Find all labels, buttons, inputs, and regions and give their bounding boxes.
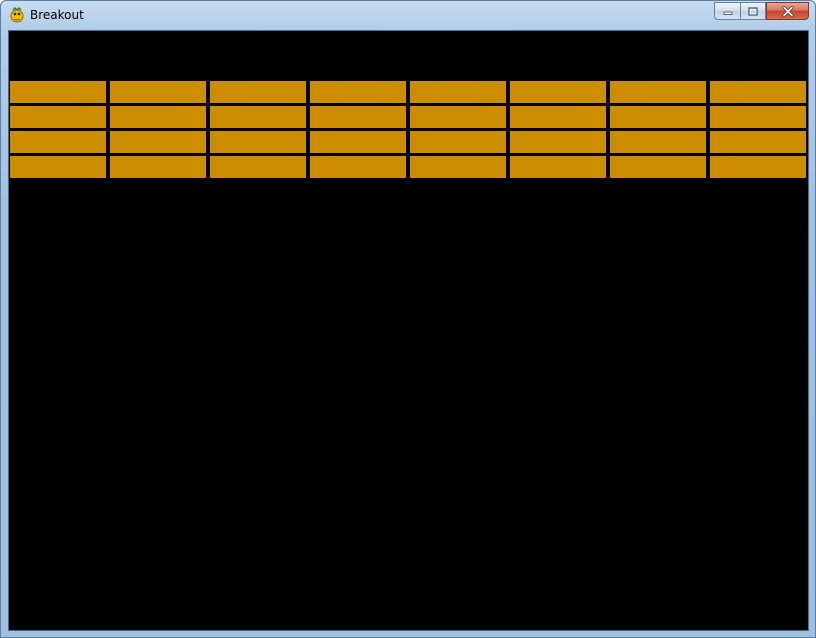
brick <box>510 131 606 153</box>
brick <box>310 81 406 103</box>
brick <box>410 156 506 178</box>
brick <box>410 106 506 128</box>
brick <box>10 131 106 153</box>
brick <box>310 156 406 178</box>
brick <box>610 131 706 153</box>
brick <box>310 131 406 153</box>
brick <box>610 81 706 103</box>
brick <box>110 131 206 153</box>
brick <box>10 81 106 103</box>
playfield <box>9 31 808 630</box>
brick <box>710 156 806 178</box>
brick <box>210 131 306 153</box>
window-title: Breakout <box>30 8 84 22</box>
brick <box>610 156 706 178</box>
brick <box>210 106 306 128</box>
brick <box>410 131 506 153</box>
brick <box>710 131 806 153</box>
brick <box>210 156 306 178</box>
brick <box>410 81 506 103</box>
caption-buttons <box>714 2 809 21</box>
brick <box>510 81 606 103</box>
minimize-icon <box>723 11 732 15</box>
maximize-button[interactable] <box>740 2 766 20</box>
brick <box>110 106 206 128</box>
close-button[interactable] <box>766 2 809 20</box>
brick <box>10 156 106 178</box>
pygame-snake-icon <box>10 7 24 23</box>
brick <box>210 81 306 103</box>
brick <box>110 156 206 178</box>
maximize-icon <box>748 6 758 16</box>
brick <box>510 106 606 128</box>
brick <box>110 81 206 103</box>
close-icon <box>781 5 794 17</box>
minimize-button[interactable] <box>714 2 740 20</box>
app-window: Breakout <box>0 0 816 638</box>
brick <box>610 106 706 128</box>
brick <box>310 106 406 128</box>
game-canvas[interactable] <box>8 30 809 631</box>
brick <box>10 106 106 128</box>
brick <box>510 156 606 178</box>
title-bar[interactable]: Breakout <box>1 1 815 30</box>
brick <box>710 81 806 103</box>
brick <box>710 106 806 128</box>
